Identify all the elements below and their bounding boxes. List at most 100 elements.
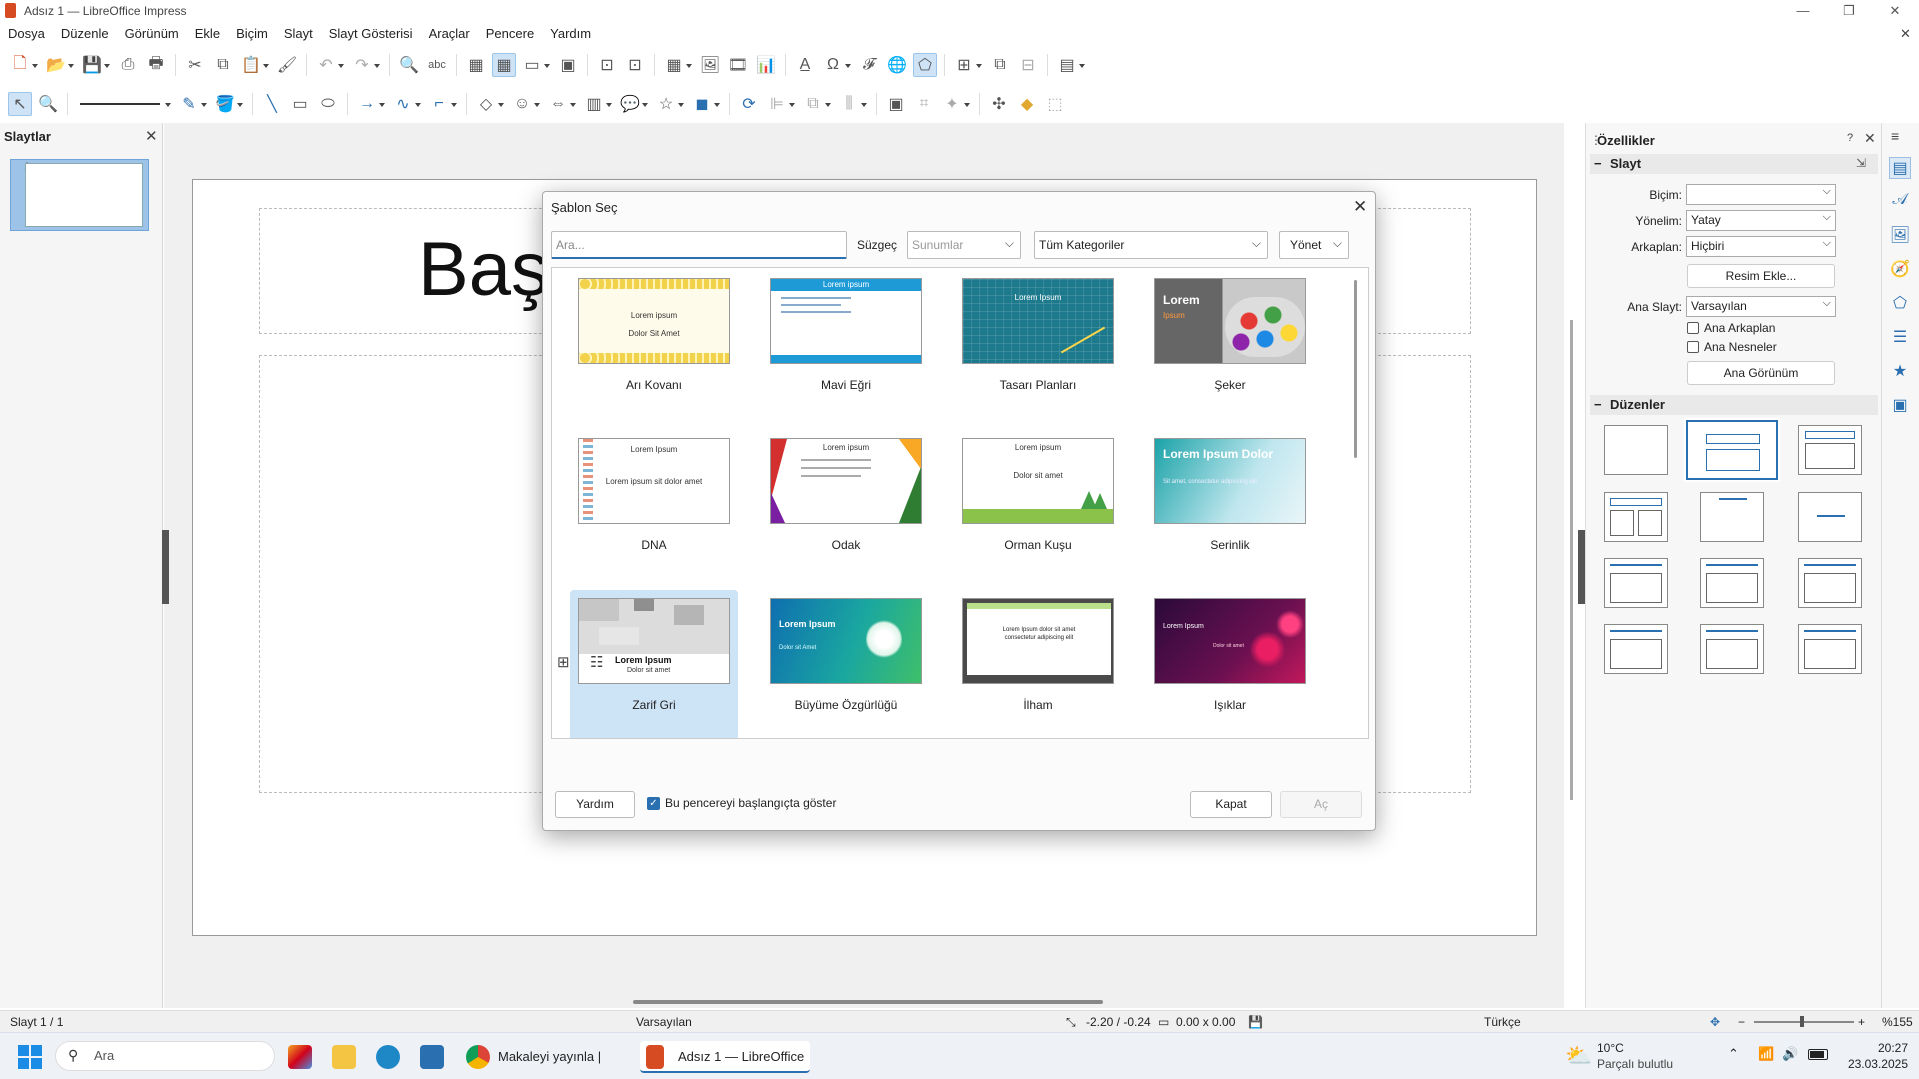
store-icon[interactable]: [420, 1045, 444, 1069]
filter-icon[interactable]: ✦: [940, 92, 970, 116]
master-objects-checkbox[interactable]: [1687, 341, 1699, 353]
clock-time[interactable]: 20:27: [1860, 1041, 1908, 1055]
slide-transition-tab-icon[interactable]: ☰: [1889, 327, 1911, 349]
zoom-out-icon[interactable]: −: [1738, 1015, 1745, 1029]
taskbar-search-input[interactable]: Ara: [55, 1041, 275, 1071]
sidebar-help-icon[interactable]: ?: [1847, 132, 1853, 144]
zoom-pan-icon[interactable]: 🔍: [36, 92, 60, 116]
weather-desc[interactable]: Parçalı bulutlu: [1597, 1057, 1673, 1071]
template-tile[interactable]: Lorem Ipsum Dolor sit Amet Büyüme Özgürl…: [762, 590, 930, 738]
slide-thumbnail[interactable]: [25, 163, 143, 227]
file-explorer-icon[interactable]: [332, 1045, 356, 1069]
thumbnail-view-icon[interactable]: ⊞: [557, 653, 570, 671]
format-select[interactable]: [1686, 182, 1836, 205]
display-views-icon[interactable]: ▭: [520, 53, 550, 77]
template-tile[interactable]: Lorem Ipsum dolor sit amet consectetur a…: [954, 590, 1122, 738]
duplicate-slide-icon[interactable]: ⧉: [988, 53, 1012, 77]
distribute-icon[interactable]: ⫼: [837, 92, 867, 116]
master-slide-icon[interactable]: ▣: [556, 53, 580, 77]
show-hidden-icons-icon[interactable]: ⌃: [1728, 1046, 1739, 1062]
zoom-slider-thumb[interactable]: [1800, 1016, 1804, 1027]
template-tile[interactable]: Lorem ipsum Odak: [762, 430, 930, 585]
menu-view[interactable]: Görünüm: [117, 22, 187, 46]
table-icon[interactable]: ▦: [662, 53, 692, 77]
copilot-icon[interactable]: [288, 1045, 312, 1069]
category-select[interactable]: Tüm Kategoriler: [1034, 230, 1268, 259]
template-tile[interactable]: Lorem Ipsum Tasarı Planları: [954, 270, 1122, 425]
more-options-icon[interactable]: ⇲: [1856, 156, 1866, 170]
template-tile[interactable]: Lorem ipsum Dolor sit amet Orman Kuşu: [954, 430, 1122, 585]
undo-icon[interactable]: ↶: [314, 53, 344, 77]
fill-color-icon[interactable]: 🪣: [213, 92, 243, 116]
clock-date[interactable]: 23.03.2025: [1840, 1057, 1908, 1071]
shadow-icon[interactable]: ▣: [884, 92, 908, 116]
startup-checkbox[interactable]: ✓: [647, 797, 660, 810]
grid-icon[interactable]: ▦: [464, 53, 488, 77]
cut-icon[interactable]: ✂: [183, 53, 207, 77]
layout-blank[interactable]: [1604, 425, 1668, 475]
master-slide-select[interactable]: Varsayılan: [1686, 294, 1836, 317]
gallery-tab-icon[interactable]: 🖼: [1889, 225, 1911, 247]
master-slides-tab-icon[interactable]: ▣: [1889, 395, 1911, 417]
layout-title-content-2content[interactable]: [1700, 558, 1764, 608]
lines-arrows-icon[interactable]: →: [355, 92, 385, 116]
align-icon[interactable]: ⊫: [765, 92, 795, 116]
menu-tools[interactable]: Araçlar: [421, 22, 478, 46]
close-slides-pane-icon[interactable]: ✕: [145, 127, 158, 145]
shapes-tab-icon[interactable]: ⬠: [1889, 293, 1911, 315]
master-background-checkbox[interactable]: [1687, 322, 1699, 334]
manage-button[interactable]: Yönet: [1279, 230, 1349, 259]
callouts-icon[interactable]: 💬: [618, 92, 648, 116]
points-icon[interactable]: ✣: [987, 92, 1011, 116]
orientation-select[interactable]: Yatay: [1686, 208, 1836, 231]
clone-formatting-icon[interactable]: 🖌: [275, 53, 299, 77]
layout-title-6content[interactable]: [1798, 624, 1862, 674]
layout-two-content[interactable]: [1604, 492, 1668, 542]
menu-window[interactable]: Pencere: [478, 22, 542, 46]
zoom-in-icon[interactable]: +: [1858, 1015, 1865, 1029]
delete-slide-icon[interactable]: ⊟: [1016, 53, 1040, 77]
styles-tab-icon[interactable]: 𝒜: [1889, 191, 1911, 213]
select-icon[interactable]: ↖: [8, 92, 32, 116]
master-view-button[interactable]: Ana Görünüm: [1687, 361, 1835, 385]
rotate-icon[interactable]: ⟳: [737, 92, 761, 116]
slide-title-text[interactable]: Baş: [418, 226, 549, 313]
helplines-icon[interactable]: ▦: [492, 53, 516, 77]
zoom-level-status[interactable]: %155: [1882, 1015, 1913, 1029]
flowchart-icon[interactable]: ▥: [582, 92, 612, 116]
menu-slide[interactable]: Slayt: [276, 22, 321, 46]
image-icon[interactable]: 🖼: [698, 53, 722, 77]
minimize-icon[interactable]: —: [1788, 0, 1818, 22]
connectors-icon[interactable]: ⌐: [427, 92, 457, 116]
line-style-icon[interactable]: [75, 92, 171, 116]
weather-temp[interactable]: 10°C: [1597, 1041, 1624, 1055]
spelling-icon[interactable]: abc: [425, 53, 449, 77]
volume-icon[interactable]: 🔊: [1782, 1046, 1798, 1062]
layout-title-2content-content[interactable]: [1604, 558, 1668, 608]
line-color-icon[interactable]: ✎: [177, 92, 207, 116]
sidebar-close-icon[interactable]: ✕: [1864, 130, 1876, 147]
copy-icon[interactable]: ⧉: [211, 53, 235, 77]
background-select[interactable]: Hiçbiri: [1686, 234, 1836, 257]
edge-icon[interactable]: [376, 1045, 400, 1069]
basic-shapes-icon[interactable]: ◇: [474, 92, 504, 116]
start-first-slide-icon[interactable]: ⊡: [595, 53, 619, 77]
language-status[interactable]: Türkçe: [1484, 1015, 1521, 1029]
wifi-icon[interactable]: 📶: [1758, 1046, 1774, 1062]
properties-tab-icon[interactable]: ▤: [1889, 157, 1911, 179]
block-arrows-icon[interactable]: ⇔: [546, 92, 576, 116]
export-pdf-icon[interactable]: ⎙: [116, 53, 140, 77]
slides-pane-collapse-handle[interactable]: [162, 530, 169, 604]
template-grid-scrollbar[interactable]: [1354, 280, 1357, 458]
line-icon[interactable]: ╲: [260, 92, 284, 116]
open-icon[interactable]: 📂: [44, 53, 74, 77]
navigator-tab-icon[interactable]: 🧭: [1889, 259, 1911, 281]
print-icon[interactable]: 🖶: [144, 53, 168, 77]
show-draw-functions-icon[interactable]: ⬠: [913, 53, 937, 77]
fontwork-icon[interactable]: 𝓕: [857, 53, 881, 77]
paste-icon[interactable]: 📋: [239, 53, 269, 77]
layout-centered-text[interactable]: [1798, 492, 1862, 542]
weather-icon[interactable]: ⛅: [1565, 1043, 1592, 1069]
new-icon[interactable]: 🗋: [8, 53, 38, 77]
slide-section-header[interactable]: Slayt: [1590, 154, 1878, 174]
